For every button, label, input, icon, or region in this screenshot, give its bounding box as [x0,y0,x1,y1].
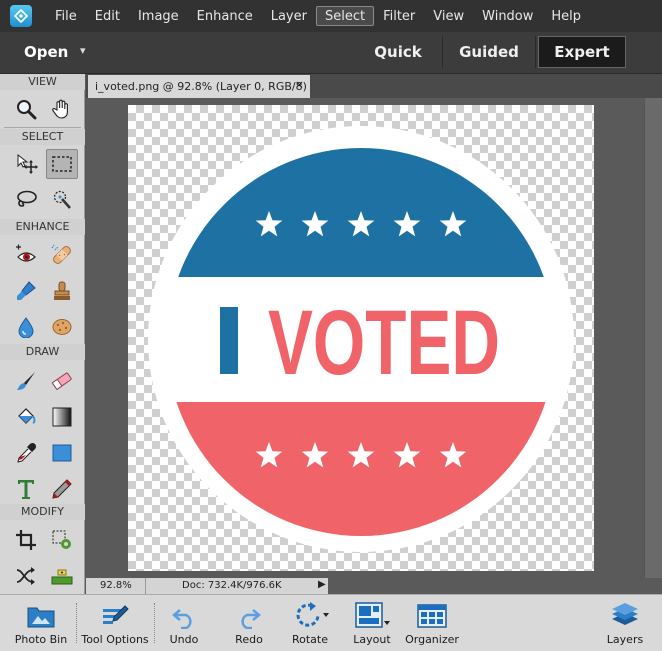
toolbox: VIEW SELECT ENHANCE DRAW MODIFY [0,74,85,594]
undo-label: Undo [169,633,199,646]
blur-tool-icon[interactable] [10,312,42,342]
straighten-tool-icon[interactable] [46,561,78,591]
photo-bin-icon [26,595,56,629]
photoshop-elements-window: File Edit Image Enhance Layer Select Fil… [0,0,662,651]
redo-button[interactable]: Redo [226,595,272,651]
layout-label: Layout [353,633,391,646]
healing-brush-icon[interactable] [46,240,78,270]
layers-label: Layers [606,633,644,646]
document-tab-bar: i_voted.png @ 92.8% (Layer 0, RGB/8) × [86,74,662,98]
mode-bar: Open ▾ Quick Guided Expert [0,32,662,74]
i-voted-sticker: VOTED [148,126,574,552]
document-tab[interactable]: i_voted.png @ 92.8% (Layer 0, RGB/8) × [88,75,310,98]
content-aware-move-icon[interactable] [10,561,42,591]
layers-button[interactable]: Layers [602,595,648,651]
image-canvas[interactable]: VOTED [128,105,594,571]
red-eye-icon[interactable] [10,240,42,270]
horizontal-scrollbar[interactable] [328,578,662,594]
undo-button[interactable]: Undo [160,595,208,651]
shape-tool-icon[interactable] [46,438,78,468]
sticker-word-voted: VOTED [268,292,500,394]
menu-enhance[interactable]: Enhance [188,6,262,26]
menu-edit[interactable]: Edit [86,6,129,26]
paint-bucket-icon[interactable] [10,402,42,432]
section-select-header: SELECT [0,129,85,145]
menu-layer[interactable]: Layer [262,6,316,26]
menu-window[interactable]: Window [473,6,542,26]
zoom-level-field[interactable]: 92.8% [86,578,146,594]
photo-bin-button[interactable]: Photo Bin [10,595,72,651]
rectangular-marquee-icon[interactable] [46,149,78,179]
section-modify-header: MODIFY [0,504,85,520]
smart-brush-icon[interactable] [10,276,42,306]
eyedropper-icon[interactable] [10,438,42,468]
type-tool-icon[interactable] [10,474,42,504]
tool-options-icon [101,595,129,629]
menu-image[interactable]: Image [129,6,188,26]
recompose-tool-icon[interactable] [46,525,78,555]
layers-icon [610,595,640,629]
document-size: Doc: 732.4K/976.6K [182,580,282,591]
zoom-tool-icon[interactable] [10,94,42,124]
lasso-tool-icon[interactable] [10,185,42,215]
app-logo-icon[interactable] [10,5,32,27]
clone-stamp-icon[interactable] [46,276,78,306]
sticker-letter-i [220,307,238,374]
open-button[interactable]: Open [0,36,104,68]
layout-button[interactable]: Layout [348,595,396,651]
tab-quick[interactable]: Quick [358,36,438,68]
redo-icon [236,595,262,629]
photo-bin-label: Photo Bin [14,633,68,646]
menu-bar: File Edit Image Enhance Layer Select Fil… [0,0,662,32]
tab-guided[interactable]: Guided [442,36,536,68]
hand-tool-icon[interactable] [46,94,78,124]
status-menu-arrow-icon[interactable]: ▶ [318,579,326,590]
menu-select[interactable]: Select [315,6,375,26]
gradient-tool-icon[interactable] [46,402,78,432]
tab-expert[interactable]: Expert [538,36,626,68]
rotate-button[interactable]: Rotate [286,595,334,651]
section-enhance-header: ENHANCE [0,219,85,235]
rotate-label: Rotate [291,633,328,646]
menu-help[interactable]: Help [542,6,590,26]
open-label: Open [24,43,69,61]
section-view-header: VIEW [0,74,85,90]
eraser-tool-icon[interactable] [46,366,78,396]
menu-filter[interactable]: Filter [374,6,424,26]
chevron-down-icon[interactable]: ▾ [80,44,86,57]
menu-view[interactable]: View [424,6,473,26]
brush-tool-icon[interactable] [10,366,42,396]
crop-tool-icon[interactable] [10,525,42,555]
close-icon[interactable]: × [295,78,304,91]
tool-options-label: Tool Options [81,633,149,646]
move-tool-icon[interactable] [10,149,42,179]
pencil-tool-icon[interactable] [46,474,78,504]
organizer-icon [417,595,447,629]
organizer-label: Organizer [405,633,459,646]
menu-file[interactable]: File [46,6,86,26]
bottom-bar: Photo Bin Tool Options Undo Redo Rotate … [0,594,662,651]
rotate-icon [290,595,330,629]
status-bar: 92.8% Doc: 732.4K/976.6K ▶ [86,578,662,594]
organizer-button[interactable]: Organizer [404,595,460,651]
document-tab-title: i_voted.png @ 92.8% (Layer 0, RGB/8) [95,80,307,93]
layout-icon [354,595,390,629]
vertical-scrollbar[interactable] [644,98,662,578]
quick-selection-icon[interactable] [46,185,78,215]
sponge-tool-icon[interactable] [46,312,78,342]
section-draw-header: DRAW [0,344,85,360]
undo-icon [171,595,197,629]
tool-options-button[interactable]: Tool Options [79,595,151,651]
redo-label: Redo [235,633,263,646]
